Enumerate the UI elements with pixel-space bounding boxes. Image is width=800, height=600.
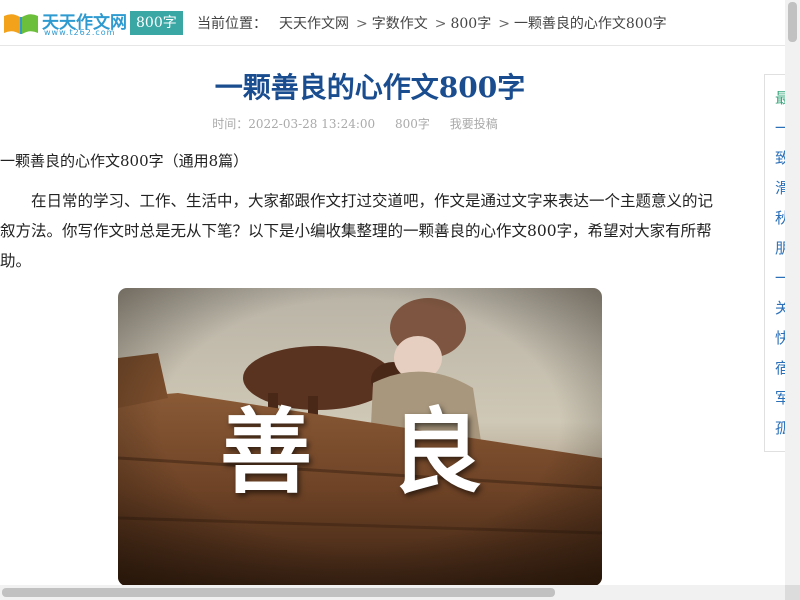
breadcrumb-item-800[interactable]: 800字 <box>450 16 491 32</box>
site-logo[interactable]: 天天作文网 www.t262.com <box>2 8 127 38</box>
breadcrumb-item-wordcount[interactable]: 字数作文 <box>372 16 428 32</box>
article-photo <box>118 288 602 586</box>
submit-article-link[interactable]: 我要投稿 <box>450 117 498 131</box>
image-caption-char-2: 良 <box>390 398 483 506</box>
breadcrumb-separator: > <box>356 16 368 32</box>
horizontal-scroll-thumb[interactable] <box>2 588 555 597</box>
logo-url: www.t262.com <box>44 28 116 37</box>
breadcrumb-item-home[interactable]: 天天作文网 <box>279 16 349 32</box>
site-header: 天天作文网 www.t262.com 800字 当前位置： 天天作文网 > 字数作文 >… <box>0 0 785 46</box>
article-meta: 时间：2022-03-28 13:24:00 800字 我要投稿 <box>0 115 710 132</box>
breadcrumb-separator: > <box>498 16 510 32</box>
breadcrumb-separator: > <box>434 16 447 32</box>
article-title: 一颗善良的心作文800字 <box>214 71 526 104</box>
meta-category-link[interactable]: 800字 <box>395 117 430 131</box>
page-viewport: 天天作文网 www.t262.com 800字 当前位置： 天天作文网 > 字数作文 >… <box>0 0 800 600</box>
open-book-icon <box>4 14 38 35</box>
article-paragraph: 在日常的学习、工作、生活中，大家都跟作文打过交道吧，作文是通过文字来表达一个主题… <box>0 192 714 270</box>
scrollbar-corner <box>785 585 800 600</box>
breadcrumb: 当前位置： 天天作文网 > 字数作文 >800字 > 一颗善良的心作文800字 <box>197 13 670 33</box>
horizontal-scrollbar[interactable] <box>0 585 785 600</box>
publish-time: 时间：2022-03-28 13:24:00 <box>212 117 376 131</box>
breadcrumb-label: 当前位置： <box>197 16 267 32</box>
article-subtitle: 一颗善良的心作文800字（通用8篇） <box>0 152 249 170</box>
breadcrumb-item-current: 一颗善良的心作文800字 <box>513 16 667 32</box>
vertical-scrollbar[interactable] <box>785 0 800 585</box>
image-caption-char-1: 善 <box>220 398 313 506</box>
article-image: 善 良 <box>118 288 602 586</box>
vertical-scroll-thumb[interactable] <box>788 2 797 42</box>
category-badge[interactable]: 800字 <box>130 11 183 35</box>
